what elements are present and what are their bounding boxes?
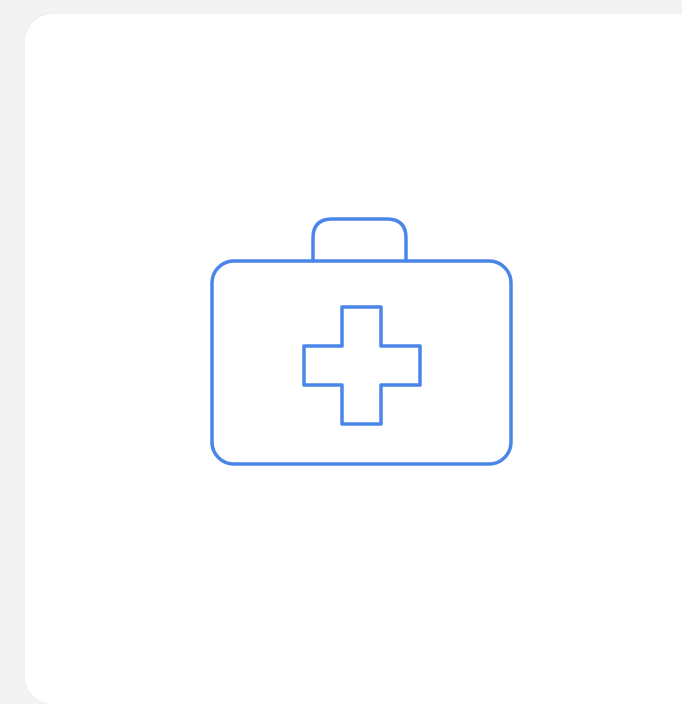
kit-cross bbox=[302, 305, 422, 426]
first-aid-kit-icon bbox=[0, 0, 682, 691]
kit-case bbox=[210, 259, 513, 466]
kit-handle bbox=[311, 217, 408, 263]
